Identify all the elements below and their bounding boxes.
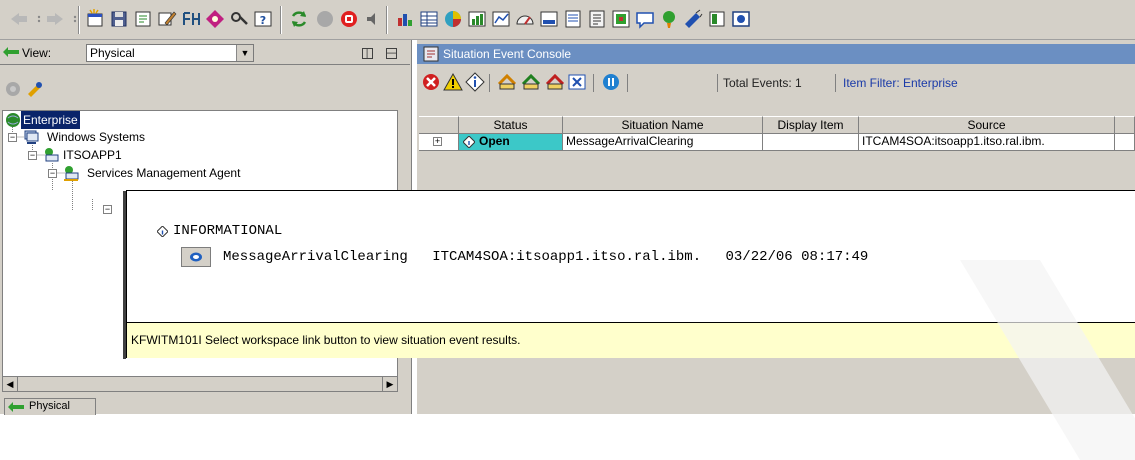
chart-bar-icon[interactable] [394, 8, 416, 30]
plot-chart-icon[interactable] [490, 8, 512, 30]
console-title: Situation Event Console [443, 47, 572, 61]
chevron-down-icon[interactable]: ▼ [236, 45, 253, 61]
status-cell: Open [459, 134, 563, 151]
pie-chart-icon[interactable] [442, 8, 464, 30]
informational-filter-icon[interactable] [465, 72, 485, 92]
column-header-source[interactable]: Source [859, 116, 1115, 134]
link-chain-icon [190, 252, 202, 262]
edit-navigator-icon[interactable] [26, 80, 44, 98]
display-item-cell [763, 134, 859, 151]
collapse-agent-icon[interactable]: − [48, 169, 57, 178]
tree-node-label: Windows Systems [47, 130, 146, 144]
popup-source: ITCAM4SOA:itsoapp1.itso.ral.ibm. [432, 249, 702, 265]
graphic-view-icon[interactable] [634, 8, 656, 30]
total-events-label: Total Events: 1 [723, 76, 802, 90]
help-icon[interactable]: ? [252, 8, 274, 30]
back-arrow-icon[interactable] [8, 8, 30, 30]
split-vertical-icon[interactable] [362, 48, 373, 59]
agent-icon [64, 166, 79, 181]
stopped-filter-icon[interactable] [545, 72, 565, 92]
informational-status-icon [463, 136, 475, 148]
column-header-display-item[interactable]: Display Item [763, 116, 859, 134]
edit-workspace-icon[interactable] [156, 8, 178, 30]
scroll-right-icon[interactable]: ▶ [382, 377, 397, 391]
hint-bar: KFWITM101I Select workspace link button … [127, 322, 1135, 358]
expand-row-icon[interactable]: + [433, 137, 442, 146]
tree-node-label: ITSOAPP1 [63, 148, 122, 162]
navigator-view-icon [3, 47, 19, 57]
column-header-situation-name[interactable]: Situation Name [563, 116, 763, 134]
forward-arrow-icon[interactable] [44, 8, 66, 30]
console-titlebar: Situation Event Console [417, 44, 1135, 64]
line-chart-icon[interactable] [466, 8, 488, 30]
view-row: View: Physical ▼ [0, 42, 412, 64]
console-toolbar: Total Events: 1 Item Filter: Enterprise [417, 68, 1135, 96]
acknowledged-filter-icon[interactable] [521, 72, 541, 92]
view-select-value: Physical [90, 46, 135, 60]
popup-timestamp: 03/22/06 08:17:49 [725, 249, 869, 265]
stop-red-icon[interactable] [338, 8, 360, 30]
warning-filter-icon[interactable] [443, 72, 463, 92]
event-detail-row: MessageArrivalClearing ITCAM4SOA:itsoapp… [223, 247, 868, 267]
computer-icon [45, 148, 59, 162]
terminal-icon[interactable] [706, 8, 728, 30]
computer-group-icon [24, 130, 39, 144]
problem-filter-icon[interactable] [567, 72, 587, 92]
tree-node-label: Services Management Agent [87, 166, 241, 180]
event-console-icon[interactable] [586, 8, 608, 30]
informational-icon [157, 226, 168, 237]
take-action-icon[interactable] [682, 8, 704, 30]
workspace-link-button[interactable] [181, 247, 211, 267]
disabled-status-icon [6, 82, 20, 96]
tab-physical-label: Physical [29, 400, 70, 412]
popup-situation: MessageArrivalClearing [223, 249, 408, 265]
physical-view-icon [8, 402, 24, 412]
source-cell: ITCAM4SOA:itsoapp1.itso.ral.ibm. [859, 134, 1115, 151]
critical-filter-icon[interactable] [421, 72, 441, 92]
situation-name-cell: MessageArrivalClearing [563, 134, 763, 151]
extra-cell [1115, 134, 1135, 151]
topology-icon[interactable] [730, 8, 752, 30]
item-filter-label: Item Filter: Enterprise [843, 76, 958, 90]
console-window-icon [423, 46, 439, 62]
svg-text:?: ? [260, 14, 266, 27]
policy-icon[interactable] [228, 8, 250, 30]
pause-icon[interactable] [601, 72, 621, 92]
row-expand-cell: + [419, 134, 459, 151]
circular-gauge-icon[interactable] [538, 8, 560, 30]
back-dropdown-icon[interactable] [28, 8, 41, 30]
column-header-status[interactable]: Status [459, 116, 563, 134]
table-icon[interactable] [418, 8, 440, 30]
properties-icon[interactable] [132, 8, 154, 30]
notepad-icon[interactable] [562, 8, 584, 30]
main-toolbar: ? [0, 0, 1135, 40]
collapse-itsoapp1-icon[interactable]: − [28, 151, 37, 160]
stop-grey-icon [314, 8, 336, 30]
browser-icon[interactable] [658, 8, 680, 30]
column-header-expand [419, 116, 459, 134]
event-flyover-popup: INFORMATIONAL MessageArrivalClearing ITC… [123, 190, 1135, 359]
status-value: Open [479, 134, 510, 148]
collapse-windows-systems-icon[interactable]: − [8, 133, 17, 142]
query-editor-icon[interactable] [204, 8, 226, 30]
gauge-icon[interactable] [514, 8, 536, 30]
new-window-icon[interactable] [84, 8, 106, 30]
severity-label: INFORMATIONAL [173, 223, 283, 239]
view-select[interactable]: Physical ▼ [86, 44, 254, 62]
tab-physical[interactable]: Physical [4, 398, 96, 415]
message-log-icon[interactable] [610, 8, 632, 30]
scroll-left-icon[interactable]: ◀ [3, 377, 18, 391]
tree-horizontal-scrollbar[interactable]: ◀ ▶ [2, 376, 398, 392]
column-header-more [1115, 116, 1135, 134]
forward-dropdown-icon[interactable] [64, 8, 77, 30]
save-icon[interactable] [108, 8, 130, 30]
speaker-icon[interactable] [362, 8, 384, 30]
split-horizontal-icon[interactable] [386, 48, 397, 59]
refresh-icon[interactable] [288, 8, 310, 30]
collapse-subnode-icon[interactable]: − [103, 205, 112, 214]
view-label: View: [22, 46, 52, 60]
situation-editor-icon[interactable] [180, 8, 202, 30]
open-events-filter-icon[interactable] [497, 72, 517, 92]
